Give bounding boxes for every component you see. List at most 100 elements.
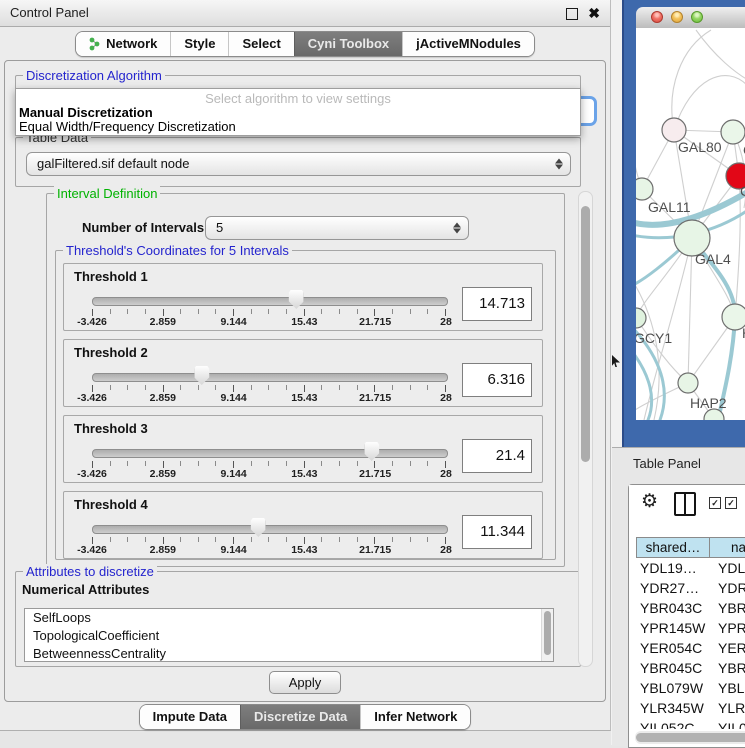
table-row[interactable]: YIL052CYIL0 — [636, 718, 745, 729]
threshold-list: Threshold 1 -3.4262.8599.14415.4321.71528… — [56, 263, 555, 567]
tick-mark — [410, 309, 411, 314]
tick-label: 9.144 — [220, 392, 246, 404]
column-header-name[interactable]: na — [710, 537, 745, 558]
threshold-panel-1: Threshold 1 -3.4262.8599.14415.4321.71528… — [63, 263, 543, 331]
tick-label: 28 — [440, 468, 452, 480]
table-row[interactable]: YBL079WYBL0 — [636, 678, 745, 698]
slider-thumb[interactable] — [364, 442, 379, 461]
column-header-shared-name[interactable]: shared… — [636, 537, 710, 558]
slider-track[interactable] — [92, 525, 448, 534]
network-node-gcy1[interactable] — [636, 308, 646, 328]
table-row[interactable]: YLR345WYLR3 — [636, 698, 745, 718]
slider-tick-labels: -3.4262.8599.14415.4321.71528 — [92, 392, 446, 404]
tick-label: 21.715 — [359, 316, 391, 328]
table-data-combo[interactable]: galFiltered.sif default node — [26, 152, 571, 176]
table-row[interactable]: YPR145WYPR1 — [636, 618, 745, 638]
tab-select[interactable]: Select — [228, 32, 293, 56]
minimize-traffic-light-icon[interactable] — [671, 11, 683, 23]
close-traffic-light-icon[interactable] — [651, 11, 663, 23]
threshold-value-field[interactable]: 11.344 — [462, 515, 532, 549]
table-scrollbar-thumb[interactable] — [636, 733, 745, 742]
attribute-list-item[interactable]: SelfLoops — [25, 609, 553, 627]
panel-scrollbar-thumb[interactable] — [581, 206, 590, 462]
table-horizontal-scrollbar[interactable] — [635, 731, 745, 744]
tick-mark — [163, 461, 164, 468]
tick-mark — [251, 461, 252, 466]
checkbox-icon[interactable]: ✓ — [725, 497, 737, 509]
network-edge-highlight — [692, 240, 735, 420]
tab-cyni-toolbox[interactable]: Cyni Toolbox — [294, 32, 402, 56]
network-window-titlebar[interactable] — [636, 7, 745, 29]
bottom-tab-impute-data[interactable]: Impute Data — [140, 705, 240, 729]
tab-label: Network — [106, 32, 157, 56]
network-view-window: GAL80GCGAL11GAL4GCY1HHAP2 — [622, 0, 745, 447]
tick-mark — [145, 461, 146, 466]
attributes-group: Attributes to discretize Numerical Attri… — [15, 571, 581, 667]
tick-mark — [357, 385, 358, 390]
thresholds-group-title: Threshold's Coordinates for 5 Intervals — [63, 243, 292, 258]
table-row[interactable]: YBR045CYBR0 — [636, 658, 745, 678]
tab-jactivemnodules[interactable]: jActiveMNodules — [402, 32, 534, 56]
slider-track[interactable] — [92, 449, 448, 458]
threshold-label: Threshold 3 — [74, 421, 148, 436]
tick-mark — [339, 385, 340, 390]
tick-mark — [410, 537, 411, 542]
apply-button[interactable]: Apply — [269, 671, 341, 694]
attribute-list-item[interactable]: BetweennessCentrality — [25, 645, 553, 662]
tab-label: Cyni Toolbox — [308, 32, 389, 56]
network-edge-highlight — [636, 350, 652, 420]
cell-shared-name: YDR27… — [636, 578, 710, 598]
attribute-list-item[interactable]: TopologicalCoefficient — [25, 627, 553, 645]
slider-thumb[interactable] — [194, 366, 209, 385]
stepper-icon — [453, 223, 461, 234]
cell-name: YLR3 — [710, 698, 745, 718]
bottom-tab-infer-network[interactable]: Infer Network — [360, 705, 470, 729]
table-row[interactable]: YBR043CYBR0 — [636, 598, 745, 618]
tick-mark — [215, 537, 216, 542]
slider-thumb[interactable] — [289, 290, 304, 309]
network-node-hap2[interactable] — [678, 373, 698, 393]
slider-tick-labels: -3.4262.8599.14415.4321.71528 — [92, 544, 446, 556]
network-edge — [688, 238, 692, 383]
list-scrollbar[interactable] — [541, 609, 553, 661]
tick-mark — [427, 385, 428, 390]
tick-mark — [304, 537, 305, 544]
number-of-intervals-combo[interactable]: 5 — [205, 216, 469, 240]
columns-icon[interactable] — [674, 492, 696, 516]
tick-mark — [127, 385, 128, 390]
tick-mark — [251, 537, 252, 542]
float-window-icon[interactable] — [566, 8, 578, 20]
table-row[interactable]: YER054CYER0 — [636, 638, 745, 658]
tab-style[interactable]: Style — [170, 32, 228, 56]
numerical-attributes-list[interactable]: SelfLoopsTopologicalCoefficientBetweenne… — [24, 608, 554, 662]
tick-mark — [180, 537, 181, 542]
panel-scrollbar[interactable] — [578, 191, 593, 667]
bottom-tab-discretize-data[interactable]: Discretize Data — [240, 705, 360, 729]
network-edge — [672, 30, 711, 130]
close-icon[interactable]: ✖ — [588, 4, 600, 22]
table-row[interactable]: YDR27…YDR2 — [636, 578, 745, 598]
gear-icon[interactable]: ⚙ — [641, 491, 658, 513]
slider-tick-labels: -3.4262.8599.14415.4321.71528 — [92, 316, 446, 328]
dropdown-option-manual[interactable]: Manual Discretization — [19, 105, 153, 120]
slider-thumb[interactable] — [251, 518, 266, 537]
cell-shared-name: YIL052C — [636, 718, 710, 729]
table-row[interactable]: YDL19…YDL1 — [636, 558, 745, 578]
tick-label: -3.426 — [77, 468, 107, 480]
network-node-gal11[interactable] — [636, 178, 653, 200]
checkbox-icon[interactable]: ✓ — [709, 497, 721, 509]
top-tab-bar: Network StyleSelect Cyni Toolbox jActiveMNo… — [0, 31, 610, 57]
network-node[interactable] — [721, 120, 745, 144]
tab-network[interactable]: Network — [76, 32, 170, 56]
slider-track[interactable] — [92, 297, 448, 306]
slider-track[interactable] — [92, 373, 448, 382]
zoom-traffic-light-icon[interactable] — [691, 11, 703, 23]
threshold-label: Threshold 1 — [74, 269, 148, 284]
threshold-value-field[interactable]: 6.316 — [462, 363, 532, 397]
threshold-value-field[interactable]: 21.4 — [462, 439, 532, 473]
network-node-label: C — [740, 183, 745, 199]
list-scrollbar-thumb[interactable] — [544, 611, 551, 655]
threshold-value-field[interactable]: 14.713 — [462, 287, 532, 321]
network-canvas[interactable]: GAL80GCGAL11GAL4GCY1HHAP2 — [636, 28, 745, 420]
dropdown-option-equal-width[interactable]: Equal Width/Frequency Discretization — [19, 119, 236, 134]
